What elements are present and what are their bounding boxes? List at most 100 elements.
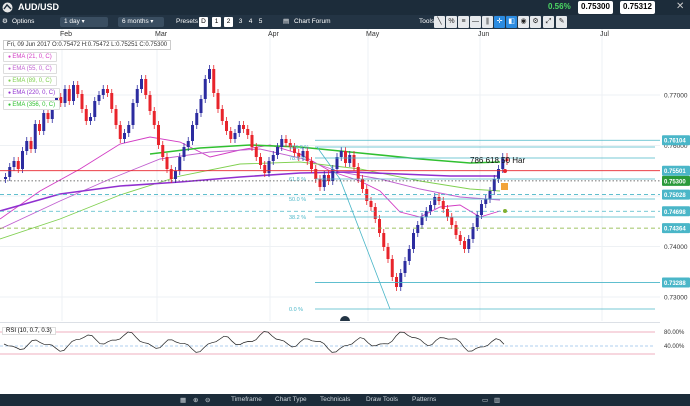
candle-body — [446, 209, 449, 217]
candle-body — [8, 167, 12, 177]
legend-ema-89[interactable]: EMA (89, 0, C) — [3, 76, 57, 86]
rsi-level-40: 40.00% — [664, 344, 685, 350]
candle-body — [348, 155, 352, 163]
tool-b-icon[interactable]: ▥ — [494, 396, 500, 404]
trendline-icon[interactable]: ╲ — [434, 16, 445, 28]
price-tag-label: 0.74698 — [664, 210, 686, 216]
candle-body — [284, 139, 288, 143]
horizontal-line-icon[interactable]: ― — [470, 16, 481, 28]
percent-icon[interactable]: % — [446, 16, 457, 28]
candle-body — [229, 131, 233, 139]
chart-forum-link[interactable]: Chart Forum — [294, 17, 330, 27]
candle-body — [276, 147, 279, 155]
candle-body — [339, 151, 343, 157]
chart-forum-icon[interactable]: ▤ — [283, 17, 289, 27]
fib-label: 100.0 % — [289, 145, 309, 151]
candle-body — [480, 204, 483, 215]
fibonacci-icon[interactable]: ≡ — [458, 16, 469, 28]
fib-annotation: 786 618 50 Har — [470, 156, 525, 165]
options-icon[interactable]: ⚙ — [2, 17, 8, 27]
parallel-lines-icon[interactable]: ∥ — [482, 16, 493, 28]
candle-body — [110, 93, 114, 109]
candle-body — [186, 141, 190, 147]
candle-body — [429, 205, 432, 211]
candle-body — [89, 117, 92, 121]
zoom-out-icon[interactable]: ⊖ — [205, 396, 210, 404]
close-icon[interactable]: ✕ — [676, 1, 684, 12]
tab-draw-tools[interactable]: Draw Tools — [366, 396, 398, 403]
fib-label: 50.0 % — [289, 197, 306, 203]
buy-price-button[interactable]: 0.75312 — [620, 1, 655, 14]
range-dropdown[interactable]: 6 months — [118, 17, 164, 27]
candle-body — [225, 121, 228, 131]
options-menu[interactable]: Options — [12, 17, 34, 27]
candle-body — [46, 113, 50, 119]
candle-body — [395, 277, 398, 287]
fullscreen-icon[interactable]: ⤢ — [543, 16, 554, 28]
window-title: AUD/USD — [18, 2, 60, 12]
price-chart[interactable]: Feb Mar Apr May Jun Jul 100.0 % 78.6 % 61.8 % 50… — [0, 29, 690, 321]
zoom-in-icon[interactable]: ⊕ — [193, 396, 198, 404]
candle-body — [140, 79, 143, 89]
candle-body — [152, 111, 156, 125]
tab-chart-type[interactable]: Chart Type — [275, 396, 307, 403]
crosshair-icon[interactable]: ✛ — [494, 16, 505, 28]
sell-price-button[interactable]: 0.75300 — [578, 1, 613, 14]
preset-2-button[interactable]: 2 — [224, 17, 233, 27]
month-label-jul: Jul — [600, 31, 609, 38]
preset-4-button[interactable]: 4 — [246, 17, 255, 27]
preset-d-button[interactable]: D — [199, 17, 208, 27]
candle-body — [148, 95, 152, 111]
tool-a-icon[interactable]: ▭ — [482, 396, 488, 404]
preset-1-button[interactable]: 1 — [212, 17, 221, 27]
candle-body — [118, 125, 122, 139]
camera-icon[interactable]: ◉ — [518, 16, 529, 28]
legend-ema-356[interactable]: EMA (356, 0, C) — [3, 100, 61, 110]
price-tick-label: 0.73000 — [664, 295, 688, 302]
candle-body — [106, 89, 109, 93]
candle-body — [233, 133, 237, 139]
tab-timeframe[interactable]: Timeframe — [231, 396, 262, 403]
price-tick-label: 0.74000 — [664, 244, 688, 251]
layers-icon[interactable]: ◧ — [506, 16, 517, 28]
candle-body — [72, 85, 75, 101]
grid-icon[interactable]: ▦ — [180, 396, 186, 404]
candle-body — [305, 151, 309, 161]
candle-body — [280, 139, 284, 147]
settings-icon[interactable]: ⚙ — [530, 16, 541, 28]
candle-body — [378, 219, 381, 233]
candle-body — [344, 151, 347, 163]
candle-body — [390, 259, 394, 277]
preset-3-button[interactable]: 3 — [236, 17, 245, 27]
candle-body — [237, 125, 241, 133]
rsi-panel[interactable]: 80.00% 40.00% — [0, 322, 690, 394]
legend-ema-55[interactable]: EMA (55, 0, C) — [3, 64, 57, 74]
candle-body — [97, 95, 101, 101]
candle-body — [127, 125, 131, 133]
draw-icon[interactable]: ✎ — [556, 16, 567, 28]
candle-body — [67, 89, 71, 101]
candle-body — [250, 135, 254, 147]
candle-body — [356, 167, 360, 179]
legend-ema-21[interactable]: EMA (21, 0, C) — [3, 52, 57, 62]
tab-technicals[interactable]: Technicals — [320, 396, 350, 403]
candle-body — [195, 113, 199, 125]
candle-body — [424, 211, 428, 217]
legend-ema-220[interactable]: EMA (220, 0, C) — [3, 88, 61, 98]
candle-body — [63, 89, 67, 103]
interval-dropdown[interactable]: 1 day — [60, 17, 108, 27]
candle-body — [157, 125, 160, 145]
candle-body — [254, 147, 258, 157]
fib-label: 61.8 % — [289, 177, 306, 183]
candle-body — [212, 69, 216, 93]
tab-patterns[interactable]: Patterns — [412, 396, 436, 403]
candle-body — [182, 147, 186, 157]
candle-body — [488, 191, 492, 199]
rsi-legend[interactable]: RSI (10, 0.7, 0.3) — [2, 327, 56, 335]
candle-body — [318, 179, 322, 187]
month-label-apr: Apr — [268, 31, 280, 38]
candle-body — [412, 233, 415, 249]
preset-5-button[interactable]: 5 — [256, 17, 265, 27]
candle-body — [16, 161, 20, 169]
app-logo-icon — [2, 2, 13, 13]
